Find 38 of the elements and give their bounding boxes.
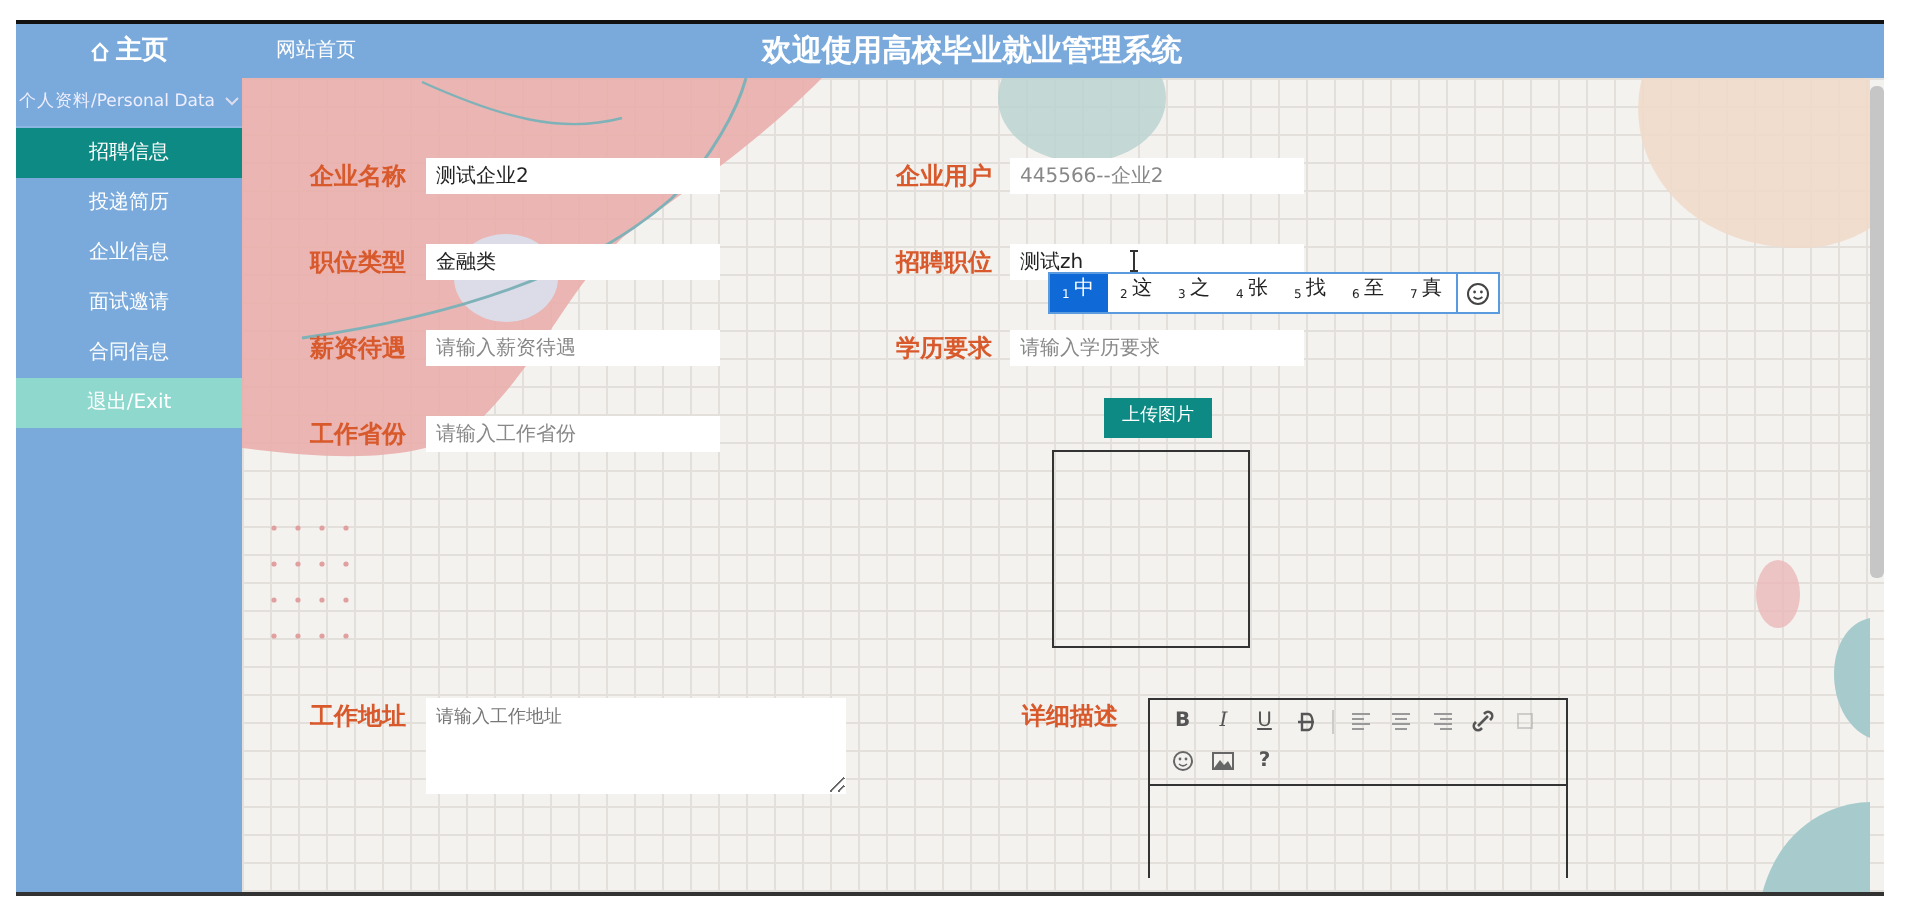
upload-button[interactable]: 上传图片 (1104, 398, 1212, 437)
field-label: 工作地址 (310, 699, 408, 733)
square-icon (1513, 710, 1536, 732)
help-button[interactable]: ? (1244, 745, 1285, 777)
input-field[interactable]: 请输入工作省份 (426, 416, 720, 452)
blob-shape (1762, 802, 1870, 892)
input-field[interactable]: 请输入学历要求 (1010, 330, 1304, 366)
bold-button[interactable]: B (1162, 705, 1203, 737)
link-icon (1472, 710, 1495, 732)
smiley-icon (1171, 750, 1194, 772)
dot-pattern (271, 525, 349, 639)
sidebar-item[interactable]: 招聘信息 (16, 128, 242, 178)
field-label: 招聘职位 (896, 246, 994, 280)
home-icon (90, 41, 110, 61)
oval-shape (1756, 560, 1800, 628)
input-field[interactable]: 测试企业2 (426, 158, 720, 194)
field-label: 薪资待遇 (310, 332, 408, 366)
field-label: 学历要求 (896, 332, 994, 366)
align-left-icon (1349, 710, 1372, 732)
input-field[interactable]: 金融类 (426, 244, 720, 280)
align-right-icon (1431, 710, 1454, 732)
field-label: 工作省份 (310, 418, 408, 452)
app-title: 欢迎使用高校毕业就业管理系统 (762, 30, 1182, 73)
field-label: 职位类型 (310, 246, 408, 280)
address-textarea[interactable]: 请输入工作地址 (426, 697, 846, 793)
input-field[interactable]: 445566--企业2 (1010, 158, 1304, 194)
strikethrough-icon (1294, 710, 1317, 732)
text-cursor-icon (1128, 250, 1140, 272)
field-label: 详细描述 (1022, 699, 1120, 733)
italic-button[interactable]: I (1203, 705, 1244, 737)
rich-text-editor[interactable]: B I U ? (1148, 697, 1568, 877)
align-center-icon (1390, 710, 1413, 732)
input-field[interactable]: 请输入薪资待遇 (426, 330, 720, 366)
field-label: 企业用户 (896, 160, 994, 194)
field-label: 企业名称 (310, 160, 408, 194)
image-icon (1212, 750, 1235, 772)
underline-button[interactable]: U (1244, 705, 1285, 737)
smiley-icon (1466, 281, 1490, 305)
